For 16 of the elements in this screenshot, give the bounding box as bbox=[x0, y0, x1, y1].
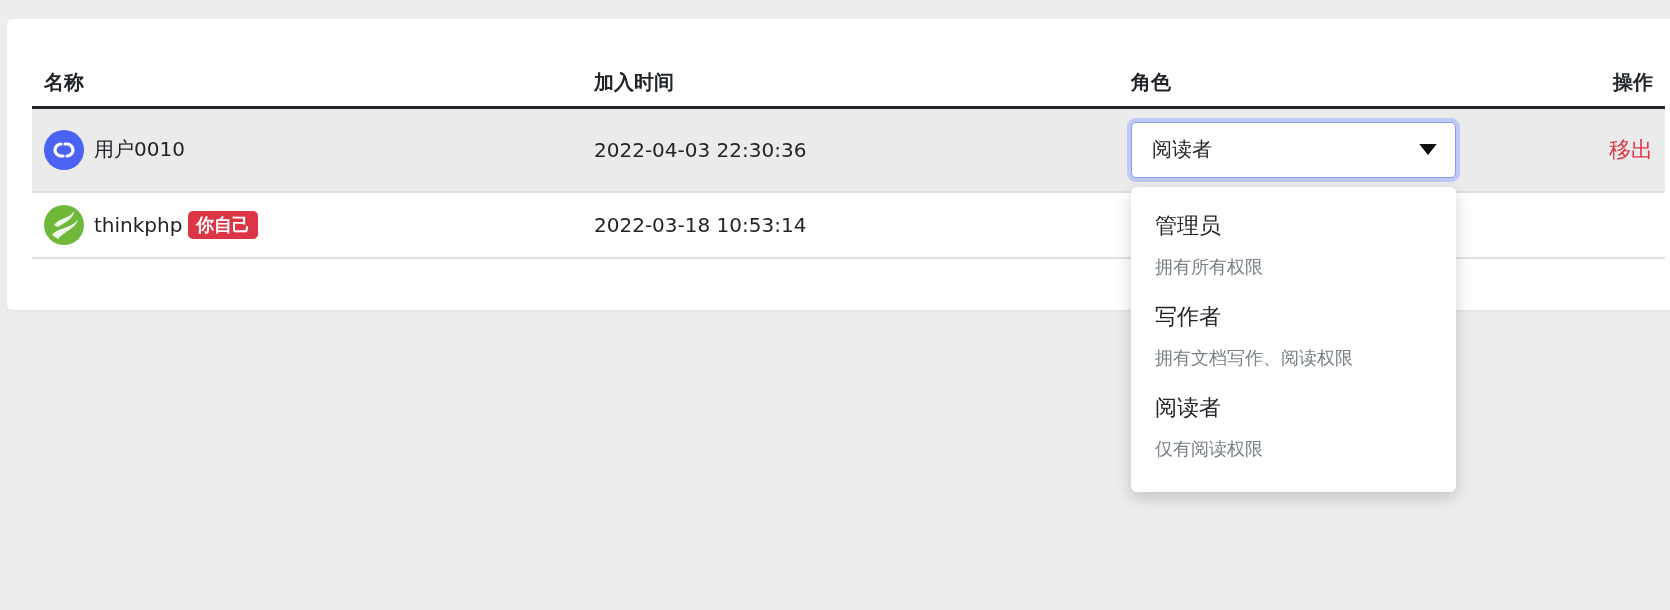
caret-icon bbox=[1419, 144, 1437, 156]
avatar-icon bbox=[44, 129, 84, 170]
menu-item[interactable]: 写作者 拥有文档写作、阅读权限 bbox=[1131, 289, 1456, 381]
join-time: 2022-03-18 10:53:14 bbox=[594, 212, 807, 237]
self-badge: 你自己 bbox=[188, 210, 259, 239]
join-time: 2022-04-03 22:30:36 bbox=[594, 137, 807, 162]
column-header: 角色 bbox=[1131, 70, 1171, 94]
column-header: 加入时间 bbox=[594, 70, 674, 94]
user-name: thinkphp bbox=[94, 212, 183, 237]
menu-item[interactable]: 管理员 拥有所有权限 bbox=[1131, 198, 1456, 290]
menu-item[interactable]: 阅读者 仅有阅读权限 bbox=[1131, 380, 1456, 472]
avatar-icon bbox=[44, 204, 84, 245]
column-header: 操作 bbox=[1613, 70, 1653, 94]
user-name: 用户0010 bbox=[94, 136, 185, 164]
remove-link[interactable]: 移出 bbox=[1609, 136, 1653, 162]
column-header: 名称 bbox=[44, 70, 84, 94]
